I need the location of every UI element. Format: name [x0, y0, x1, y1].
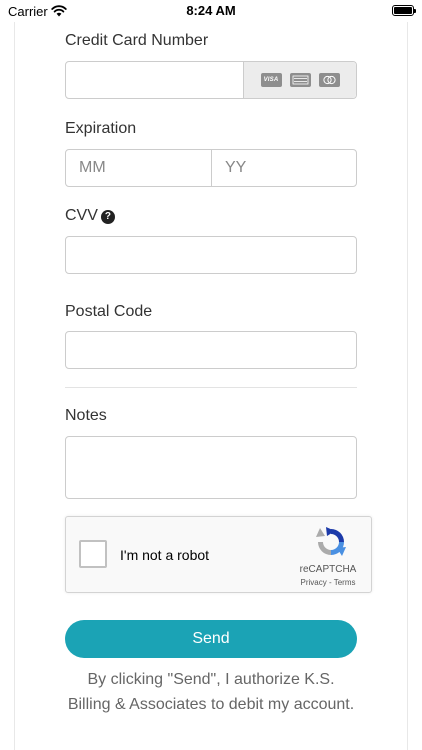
- cvv-label-row: CVV?: [65, 207, 115, 225]
- expiration-month-input[interactable]: MM: [79, 150, 106, 186]
- expiration-group: MM YY: [65, 149, 357, 187]
- status-time: 8:24 AM: [186, 3, 236, 18]
- question-circle-icon[interactable]: ?: [100, 210, 115, 224]
- expiration-year-input[interactable]: YY: [225, 150, 246, 186]
- battery-tip: [414, 9, 416, 13]
- authorization-disclaimer: By clicking "Send", I authorize K.S. Bil…: [67, 671, 355, 713]
- battery-icon: [392, 5, 414, 16]
- frame-border-left: [14, 22, 15, 750]
- postal-code-input[interactable]: [65, 331, 357, 369]
- notes-label: Notes: [65, 407, 107, 424]
- expiration-label: Expiration: [65, 120, 137, 137]
- frame-border-right: [407, 22, 408, 750]
- recaptcha-brand: reCAPTCHA: [299, 564, 357, 575]
- expiration-divider: [211, 150, 212, 186]
- send-button[interactable]: Send: [65, 620, 357, 658]
- recaptcha-widget: I'm not a robot reCAPTCHA Privacy - Term…: [65, 516, 372, 593]
- status-bar: Carrier 8:24 AM: [0, 0, 422, 22]
- card-brands: VISA: [243, 62, 356, 98]
- recaptcha-privacy-terms-link[interactable]: Privacy - Terms: [288, 578, 368, 587]
- postal-code-label: Postal Code: [65, 303, 153, 320]
- amex-card-icon: [289, 73, 311, 87]
- card-number-input[interactable]: VISA: [65, 61, 357, 99]
- recaptcha-checkbox[interactable]: [79, 540, 107, 568]
- section-divider: [65, 387, 357, 388]
- card-number-label: Credit Card Number: [65, 32, 209, 49]
- visa-card-icon: VISA: [260, 73, 282, 87]
- visa-card-text: VISA: [263, 77, 279, 83]
- cvv-input[interactable]: [65, 236, 357, 274]
- recaptcha-logo-icon: [315, 526, 347, 563]
- mastercard-card-icon: [318, 73, 340, 87]
- cvv-label: CVV: [65, 207, 98, 224]
- notes-textarea[interactable]: [65, 436, 357, 499]
- recaptcha-label: I'm not a robot: [120, 547, 210, 563]
